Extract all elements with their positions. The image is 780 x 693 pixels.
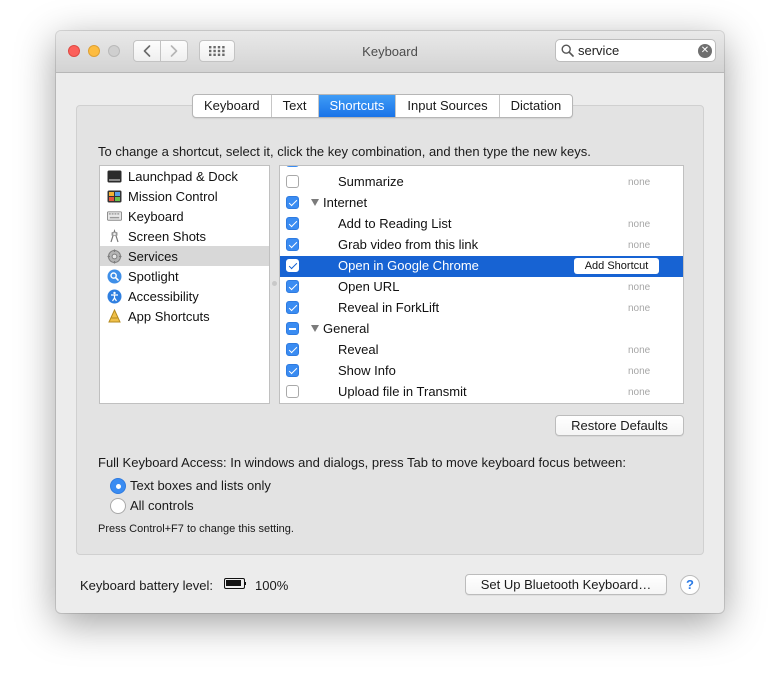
shortcut-row-open-in-google-chrome[interactable]: Open in Google Chrome Add Shortcut <box>280 256 683 277</box>
shortcut-label: Reveal in ForkLift <box>338 300 440 315</box>
category-label: Keyboard <box>128 208 184 224</box>
category-item-mission-control[interactable]: Mission Control <box>100 186 269 206</box>
clipped-row <box>280 166 683 168</box>
radio-all-controls[interactable] <box>110 498 126 514</box>
checkbox[interactable] <box>286 196 299 209</box>
checkbox[interactable] <box>286 343 299 356</box>
shortcut-label: Add to Reading List <box>338 216 452 231</box>
search-icon <box>561 44 574 57</box>
shortcut-value: none <box>628 240 651 251</box>
shortcut-value: none <box>628 387 651 398</box>
shortcut-value: none <box>628 345 651 356</box>
category-label: Mission Control <box>128 188 218 204</box>
group-label: Internet <box>323 195 368 210</box>
category-label: Screen Shots <box>128 228 207 244</box>
shortcut-value: none <box>628 219 651 230</box>
shortcut-label: Reveal <box>338 342 379 357</box>
tab-bar: Keyboard Text Shortcuts Input Sources Di… <box>192 94 574 118</box>
category-item-keyboard[interactable]: Keyboard <box>100 206 269 226</box>
clear-search-icon[interactable]: ✕ <box>698 44 712 58</box>
shortcut-label: Upload file in Transmit <box>338 384 467 399</box>
group-label: General <box>323 321 370 336</box>
checkbox[interactable] <box>286 217 299 230</box>
category-item-app-shortcuts[interactable]: App Shortcuts <box>100 306 269 326</box>
shortcut-row-open-url[interactable]: Open URL none <box>280 277 683 298</box>
shortcut-row-upload-file-in-transmit[interactable]: Upload file in Transmit none <box>280 382 683 403</box>
checkbox[interactable] <box>286 322 299 335</box>
shortcut-row-summarize[interactable]: Summarize none <box>280 172 683 193</box>
shortcut-label: Open URL <box>338 279 400 294</box>
app-shortcuts-icon <box>107 308 122 324</box>
shortcut-row-reveal-in-forklift[interactable]: Reveal in ForkLift none <box>280 298 683 319</box>
shortcut-value: none <box>628 282 651 293</box>
shortcut-value: none <box>628 177 651 188</box>
launchpad-icon <box>107 169 122 184</box>
shortcut-label: Summarize <box>338 174 404 189</box>
shortcut-group-internet[interactable]: Internet <box>280 193 683 214</box>
accessibility-icon <box>107 289 122 304</box>
category-label: Accessibility <box>128 288 199 304</box>
tab-shortcuts[interactable]: Shortcuts <box>318 95 397 117</box>
shortcut-value: none <box>628 366 651 377</box>
keyboard-preferences-window: Keyboard ✕ Keyboard Text Shortcuts Input… <box>56 31 724 613</box>
category-item-services[interactable]: Services <box>100 246 269 266</box>
checkbox[interactable] <box>286 280 299 293</box>
add-shortcut-button[interactable]: Add Shortcut <box>574 258 659 274</box>
keyboard-icon <box>107 209 122 224</box>
category-label: Launchpad & Dock <box>128 168 238 184</box>
checkbox[interactable] <box>286 238 299 251</box>
checkbox[interactable] <box>286 259 299 272</box>
tab-text[interactable]: Text <box>272 95 319 117</box>
shortcut-list: Summarize none Internet Add to Reading L… <box>279 165 684 404</box>
radio-label[interactable]: Text boxes and lists only <box>130 478 271 493</box>
battery-level-label: Keyboard battery level: <box>80 578 213 593</box>
shortcut-label: Show Info <box>338 363 396 378</box>
search-field[interactable]: ✕ <box>555 39 716 62</box>
instructions-text: To change a shortcut, select it, click t… <box>98 144 591 159</box>
category-label: App Shortcuts <box>128 308 210 324</box>
shortcut-row-grab-video[interactable]: Grab video from this link none <box>280 235 683 256</box>
shortcut-label: Open in Google Chrome <box>338 258 479 273</box>
tab-input-sources[interactable]: Input Sources <box>396 95 500 117</box>
full-keyboard-access-text: Full Keyboard Access: In windows and dia… <box>98 455 626 470</box>
tab-keyboard[interactable]: Keyboard <box>193 95 272 117</box>
category-item-accessibility[interactable]: Accessibility <box>100 286 269 306</box>
clipped-checkbox <box>286 166 299 167</box>
help-button[interactable]: ? <box>680 575 700 595</box>
shortcut-row-add-to-reading-list[interactable]: Add to Reading List none <box>280 214 683 235</box>
battery-icon <box>224 578 246 589</box>
checkbox[interactable] <box>286 175 299 188</box>
control-f7-note: Press Control+F7 to change this setting. <box>98 523 294 535</box>
battery-level-value: 100% <box>255 578 289 593</box>
checkbox[interactable] <box>286 364 299 377</box>
search-input[interactable] <box>578 42 690 59</box>
setup-bluetooth-keyboard-button[interactable]: Set Up Bluetooth Keyboard… <box>465 574 667 595</box>
restore-defaults-button[interactable]: Restore Defaults <box>555 415 684 436</box>
tab-dictation[interactable]: Dictation <box>500 95 573 117</box>
disclosure-triangle-icon[interactable] <box>311 199 319 206</box>
shortcut-group-general[interactable]: General <box>280 319 683 340</box>
gear-icon <box>107 249 122 264</box>
shortcut-value: none <box>628 303 651 314</box>
category-item-spotlight[interactable]: Spotlight <box>100 266 269 286</box>
mission-control-icon <box>107 189 122 204</box>
category-item-screen-shots[interactable]: Screen Shots <box>100 226 269 246</box>
shortcut-row-show-info[interactable]: Show Info none <box>280 361 683 382</box>
checkbox[interactable] <box>286 301 299 314</box>
disclosure-triangle-icon[interactable] <box>311 325 319 332</box>
category-label: Services <box>128 248 178 264</box>
category-list: Launchpad & Dock Mission Control Keyboar… <box>99 165 270 404</box>
spotlight-icon <box>107 269 122 284</box>
split-view-divider[interactable] <box>272 281 277 286</box>
shortcut-label: Grab video from this link <box>338 237 479 252</box>
radio-label[interactable]: All controls <box>130 498 194 513</box>
screenshot-icon <box>107 228 122 244</box>
radio-text-boxes-only[interactable] <box>110 478 126 494</box>
checkbox[interactable] <box>286 385 299 398</box>
category-item-launchpad-dock[interactable]: Launchpad & Dock <box>100 166 269 186</box>
shortcut-row-reveal[interactable]: Reveal none <box>280 340 683 361</box>
category-label: Spotlight <box>128 268 179 284</box>
title-bar: Keyboard ✕ <box>56 31 724 73</box>
